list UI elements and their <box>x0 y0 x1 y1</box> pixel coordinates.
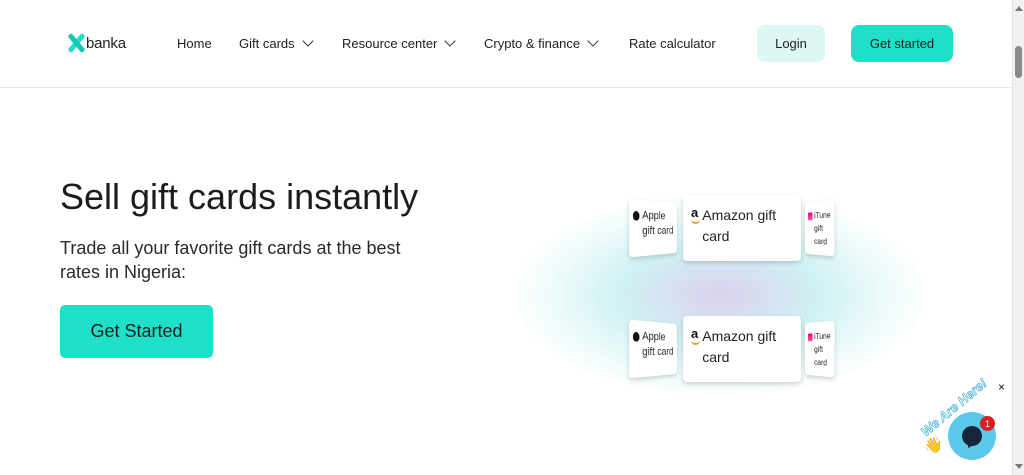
chat-notification-badge: 1 <box>980 416 995 431</box>
card-label: iTune gift card <box>814 210 831 247</box>
site-header: banka Home Gift cards Resource center Cr… <box>0 0 1012 88</box>
amazon-icon: a <box>691 326 701 345</box>
nav-home[interactable]: Home <box>177 36 212 51</box>
amazon-gift-card: a Amazon gift card <box>683 195 801 261</box>
page-scrollbar[interactable] <box>1012 0 1024 475</box>
nav-label: Resource center <box>342 36 438 51</box>
hero-subtitle: Trade all your favorite gift cards at th… <box>60 238 401 282</box>
card-label: iTune gift card <box>814 331 831 368</box>
x-logo-icon <box>67 34 85 52</box>
get-started-header-button[interactable]: Get started <box>851 25 953 62</box>
card-label: Apple gift card <box>642 209 674 238</box>
nav-resource-center[interactable]: Resource center <box>342 35 457 51</box>
amazon-icon: a <box>691 205 701 224</box>
nav-label: Gift cards <box>239 36 295 51</box>
nav-label: Crypto & finance <box>484 36 581 51</box>
chat-bubble-icon <box>962 426 982 446</box>
apple-icon <box>632 210 640 221</box>
logo-text: banka <box>86 34 126 52</box>
hero-get-started-button[interactable]: Get Started <box>60 305 213 358</box>
brand-logo[interactable]: banka <box>67 34 126 52</box>
page: banka Home Gift cards Resource center Cr… <box>0 0 1024 475</box>
gift-card-row-top: Apple gift card a Amazon gift card iTune… <box>626 195 838 265</box>
chevron-down-icon <box>301 35 314 47</box>
scrollbar-thumb[interactable] <box>1015 46 1022 78</box>
chevron-down-icon <box>444 35 457 47</box>
apple-gift-card: Apple gift card <box>629 319 677 379</box>
login-button[interactable]: Login <box>757 25 825 62</box>
nav-label: Rate calculator <box>629 36 716 51</box>
scroll-down-arrow-icon[interactable] <box>1015 464 1023 469</box>
apple-gift-card: Apple gift card <box>629 198 677 258</box>
scroll-up-arrow-icon[interactable] <box>1015 6 1023 11</box>
apple-icon <box>632 331 640 342</box>
nav-label: Home <box>177 36 212 51</box>
amazon-gift-card: a Amazon gift card <box>683 316 801 382</box>
itunes-icon <box>807 333 813 342</box>
wave-hand-icon: 👋 <box>924 437 943 454</box>
hero-title: Sell gift cards instantly <box>60 176 419 217</box>
itunes-icon <box>807 212 813 221</box>
nav-rate-calculator[interactable]: Rate calculator <box>629 36 716 51</box>
nav-crypto-finance[interactable]: Crypto & finance <box>484 35 599 51</box>
gift-card-row-bottom: Apple gift card a Amazon gift card iTune… <box>626 316 838 386</box>
itunes-gift-card: iTune gift card <box>804 199 835 257</box>
card-label: Amazon gift card <box>702 207 777 244</box>
chevron-down-icon <box>587 35 599 47</box>
card-label: Apple gift card <box>642 330 674 359</box>
itunes-gift-card: iTune gift card <box>804 320 835 378</box>
nav-gift-cards[interactable]: Gift cards <box>239 35 314 51</box>
card-label: Amazon gift card <box>702 328 777 365</box>
